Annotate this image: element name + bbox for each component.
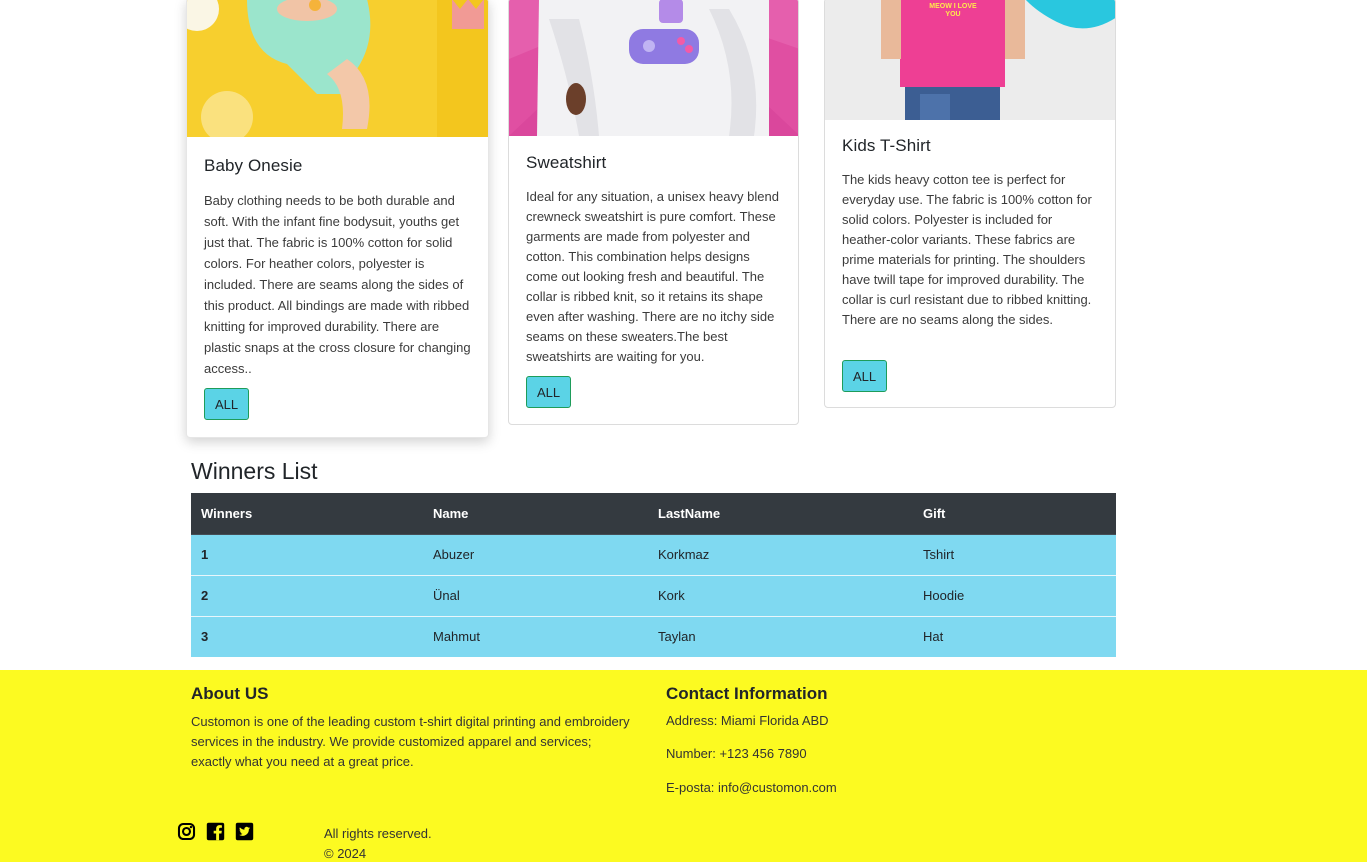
twitter-icon[interactable] bbox=[235, 822, 254, 841]
winners-list-title: Winners List bbox=[191, 458, 318, 484]
sweatshirt-image bbox=[509, 0, 798, 136]
card-title: Kids T-Shirt bbox=[842, 136, 931, 155]
column-header: Winners bbox=[191, 493, 423, 535]
all-button[interactable]: ALL bbox=[204, 388, 250, 420]
winner-gift: Hoodie bbox=[913, 574, 1116, 616]
card-title: Baby Onesie bbox=[204, 156, 303, 175]
table-header-row: Winners Name LastName Gift bbox=[191, 493, 1116, 535]
contact-info-title: Contact Information bbox=[666, 684, 828, 703]
table-row: 2 Ünal Kork Hoodie bbox=[191, 574, 1116, 616]
instagram-icon[interactable] bbox=[177, 822, 196, 841]
about-us-title: About US bbox=[191, 684, 269, 703]
winner-number: 1 bbox=[191, 533, 423, 575]
column-header: Name bbox=[423, 493, 648, 535]
product-card-baby-onesie: Baby Onesie Baby clothing needs to be bo… bbox=[186, 0, 489, 438]
product-card-sweatshirt: Sweatshirt Ideal for any situation, a un… bbox=[508, 0, 799, 425]
card-description: The kids heavy cotton tee is perfect for… bbox=[842, 172, 1092, 327]
card-description: Baby clothing needs to be both durable a… bbox=[204, 193, 471, 376]
winners-table: Winners Name LastName Gift 1 Abuzer Kork… bbox=[191, 493, 1116, 657]
winner-name: Abuzer bbox=[423, 533, 648, 575]
all-button[interactable]: ALL bbox=[842, 360, 888, 392]
contact-email[interactable]: E-posta: info@customon.com bbox=[666, 780, 837, 795]
winner-name: Ünal bbox=[423, 574, 648, 616]
about-us-text: Customon is one of the leading custom t-… bbox=[191, 714, 630, 769]
baby-onesie-image bbox=[187, 0, 488, 137]
product-card-kids-tshirt: MEOW I LOVE YOU Kids T-Shirt The kids he… bbox=[824, 0, 1116, 408]
card-title: Sweatshirt bbox=[526, 153, 607, 172]
winner-lastname: Taylan bbox=[648, 615, 913, 657]
shirt-print-text: MEOW I LOVE YOU bbox=[929, 3, 977, 18]
facebook-icon[interactable] bbox=[206, 822, 225, 841]
table-row: 1 Abuzer Korkmaz Tshirt bbox=[191, 533, 1116, 575]
winner-gift: Tshirt bbox=[913, 533, 1116, 575]
card-description: Ideal for any situation, a unisex heavy … bbox=[526, 189, 779, 364]
winner-number: 2 bbox=[191, 574, 423, 616]
all-rights-reserved: All rights reserved. bbox=[324, 826, 432, 841]
winner-lastname: Kork bbox=[648, 574, 913, 616]
winner-gift: Hat bbox=[913, 615, 1116, 657]
table-row: 3 Mahmut Taylan Hat bbox=[191, 615, 1116, 657]
winner-name: Mahmut bbox=[423, 615, 648, 657]
column-header: LastName bbox=[648, 493, 913, 535]
copyright: © 2024 bbox=[324, 846, 367, 861]
all-button[interactable]: ALL bbox=[526, 376, 572, 408]
kids-tshirt-image: MEOW I LOVE YOU bbox=[825, 0, 1115, 120]
footer: About US Customon is one of the leading … bbox=[0, 670, 1367, 862]
contact-address: Address: Miami Florida ABD bbox=[666, 713, 829, 728]
social-links bbox=[177, 822, 254, 841]
column-header: Gift bbox=[913, 493, 1116, 535]
winner-lastname: Korkmaz bbox=[648, 533, 913, 575]
contact-number: Number: +123 456 7890 bbox=[666, 746, 807, 761]
winner-number: 3 bbox=[191, 615, 423, 657]
